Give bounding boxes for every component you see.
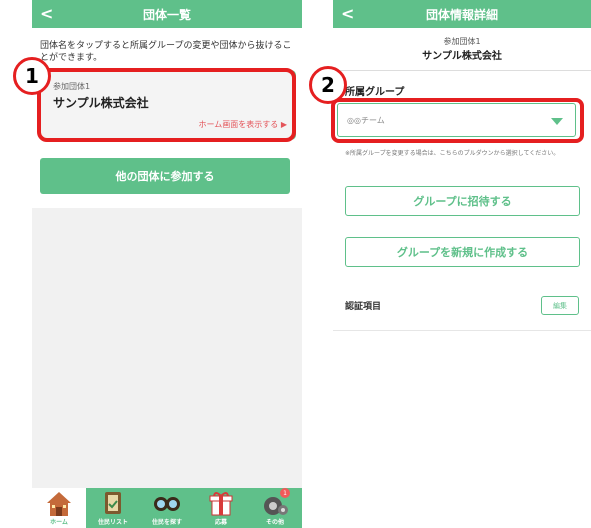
org-name: サンプル株式会社 <box>422 51 502 62</box>
highlight-frame-group-select <box>331 98 584 143</box>
edit-button[interactable]: 編集 <box>541 296 579 315</box>
create-group-button[interactable]: グループを新規に作成する <box>345 237 580 267</box>
notification-badge: 1 <box>280 488 290 498</box>
divider <box>333 330 591 331</box>
org-list-header: < 団体一覧 <box>32 0 302 28</box>
bottom-tab-bar: ホーム 住民リスト 住民を探す 応募 1 その他 <box>32 488 302 528</box>
back-icon[interactable]: < <box>40 4 53 23</box>
screenshot-stage: < 団体一覧 団体名をタップすると所属グループの変更や団体から抜けることができま… <box>0 0 591 528</box>
page-title: 団体情報詳細 <box>425 7 498 22</box>
tab-resident-list[interactable]: 住民リスト <box>86 488 140 528</box>
empty-content-area <box>32 208 302 488</box>
book-icon <box>105 492 121 514</box>
tab-label: その他 <box>265 519 284 526</box>
invite-to-group-button[interactable]: グループに招待する <box>345 186 580 216</box>
tab-find-resident[interactable]: 住民を探す <box>140 488 194 528</box>
org-detail-screen: < 団体情報詳細 参加団体1 サンプル株式会社 所属グループ ◎◎チーム ※所属… <box>333 0 591 528</box>
org-list-description: 団体名をタップすると所属グループの変更や団体から抜けることができます。 <box>40 41 292 63</box>
home-icon <box>47 492 71 516</box>
join-other-org-button[interactable]: 他の団体に参加する <box>40 158 290 194</box>
tab-label: 住民を探す <box>151 519 182 526</box>
tab-home[interactable]: ホーム <box>32 488 86 528</box>
org-detail-header: < 団体情報詳細 <box>333 0 591 28</box>
org-index-label: 参加団体1 <box>443 37 481 46</box>
divider <box>333 70 591 71</box>
highlight-frame-org-card <box>37 68 296 142</box>
group-change-note: ※所属グループを変更する場合は、こちらのプルダウンから選択してください。 <box>345 150 560 157</box>
back-icon[interactable]: < <box>341 4 354 23</box>
tab-label: 応募 <box>214 519 227 526</box>
page-title: 団体一覧 <box>142 7 191 22</box>
callout-number-2: 2 <box>309 66 347 104</box>
callout-number-1: 1 <box>13 57 51 95</box>
tab-other[interactable]: 1 その他 <box>248 488 302 528</box>
tab-label: ホーム <box>50 519 68 526</box>
binoculars-icon <box>154 497 180 511</box>
group-section-label: 所属グループ <box>345 87 405 98</box>
tab-label: 住民リスト <box>97 519 128 526</box>
tab-apply[interactable]: 応募 <box>194 488 248 528</box>
auth-items-label: 認証項目 <box>345 302 382 312</box>
gift-icon <box>209 492 233 516</box>
